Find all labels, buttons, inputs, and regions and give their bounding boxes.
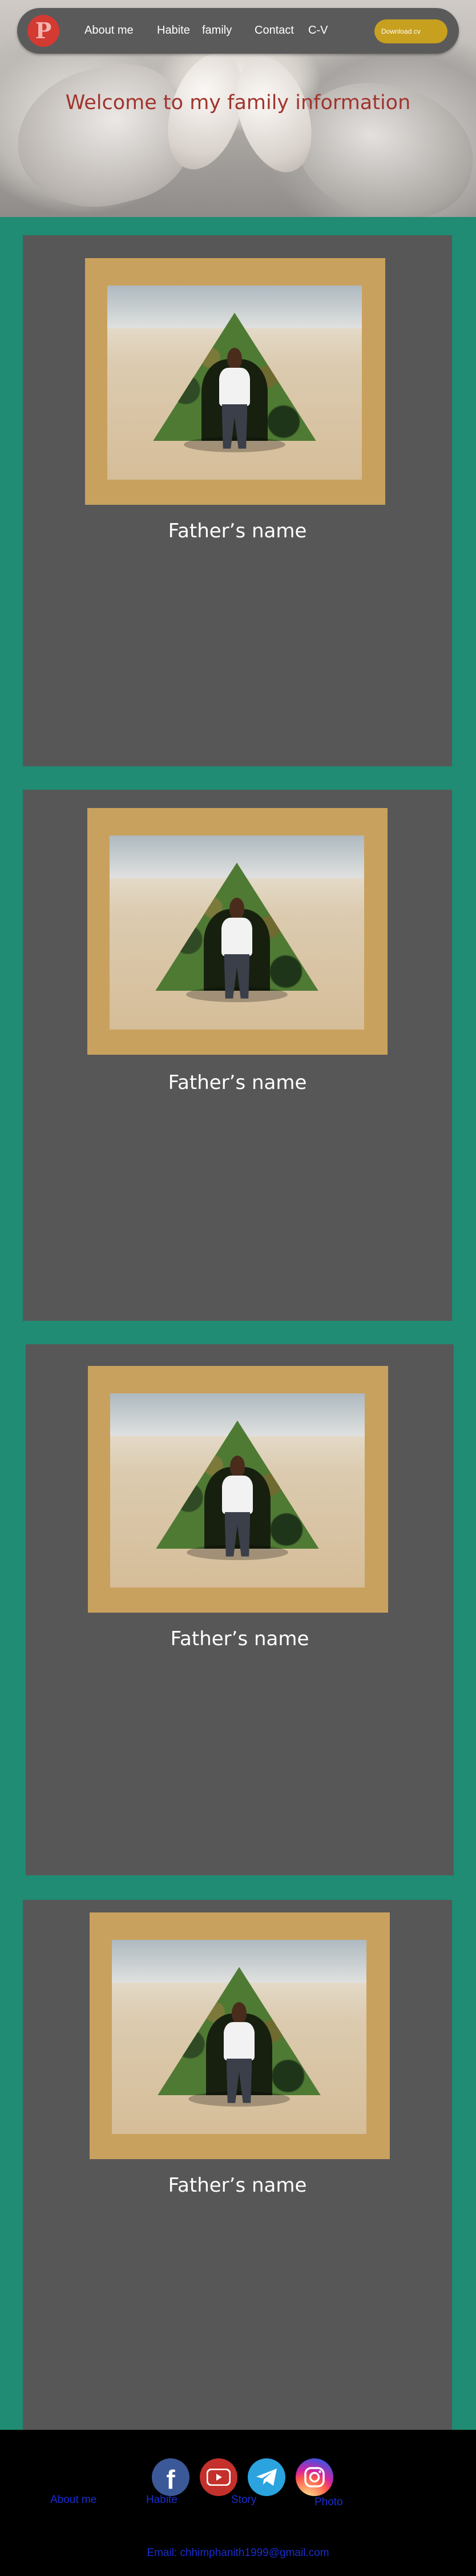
nav-contact[interactable]: Contact bbox=[255, 24, 294, 37]
footer-link-about-me[interactable]: About me bbox=[50, 2494, 96, 2506]
navbar: P About me Habite family Contact C-V Dow… bbox=[17, 8, 459, 54]
footer-link-story[interactable]: Story bbox=[231, 2494, 256, 2506]
card-caption: Father’s name bbox=[170, 1627, 309, 1650]
facebook-icon[interactable]: f bbox=[152, 2458, 189, 2496]
photo-frame bbox=[88, 1366, 388, 1613]
nav-family[interactable]: family bbox=[202, 24, 232, 37]
family-card: Father’s name bbox=[23, 790, 452, 1321]
download-cv-button[interactable]: Download cv bbox=[374, 19, 447, 43]
footer-link-habite[interactable]: Habite bbox=[146, 2494, 178, 2506]
family-card: Father’s name bbox=[26, 1344, 454, 1875]
telegram-icon[interactable] bbox=[248, 2458, 285, 2496]
footer-link-photo[interactable]: Photo bbox=[314, 2496, 343, 2509]
card-caption: Father’s name bbox=[168, 1071, 307, 1094]
hero-title: Welcome to my family information bbox=[65, 91, 411, 114]
nav-cv[interactable]: C-V bbox=[308, 24, 328, 37]
photo-frame bbox=[85, 258, 385, 505]
photo-frame bbox=[90, 1912, 390, 2159]
card-caption: Father’s name bbox=[168, 520, 307, 542]
family-card: Father’s name bbox=[23, 235, 452, 766]
nav-habite[interactable]: Habite bbox=[157, 24, 190, 37]
pinterest-icon[interactable]: P bbox=[27, 15, 59, 47]
footer-email[interactable]: Email: chhimphanith1999@gmail.com bbox=[0, 2547, 476, 2559]
hero-banner: Welcome to my family information P About… bbox=[0, 0, 476, 217]
family-card: Father’s name bbox=[23, 1900, 452, 2430]
family-photo bbox=[112, 1940, 366, 2134]
youtube-icon[interactable] bbox=[200, 2458, 237, 2496]
photo-frame bbox=[87, 808, 388, 1055]
instagram-icon[interactable] bbox=[296, 2458, 333, 2496]
nav-about-me[interactable]: About me bbox=[84, 24, 134, 37]
family-photo bbox=[110, 835, 364, 1030]
family-photo bbox=[107, 286, 362, 480]
family-photo bbox=[110, 1393, 365, 1588]
card-caption: Father’s name bbox=[168, 2174, 307, 2197]
footer: f About me Habite Story Photo Email: chh… bbox=[0, 2430, 476, 2576]
